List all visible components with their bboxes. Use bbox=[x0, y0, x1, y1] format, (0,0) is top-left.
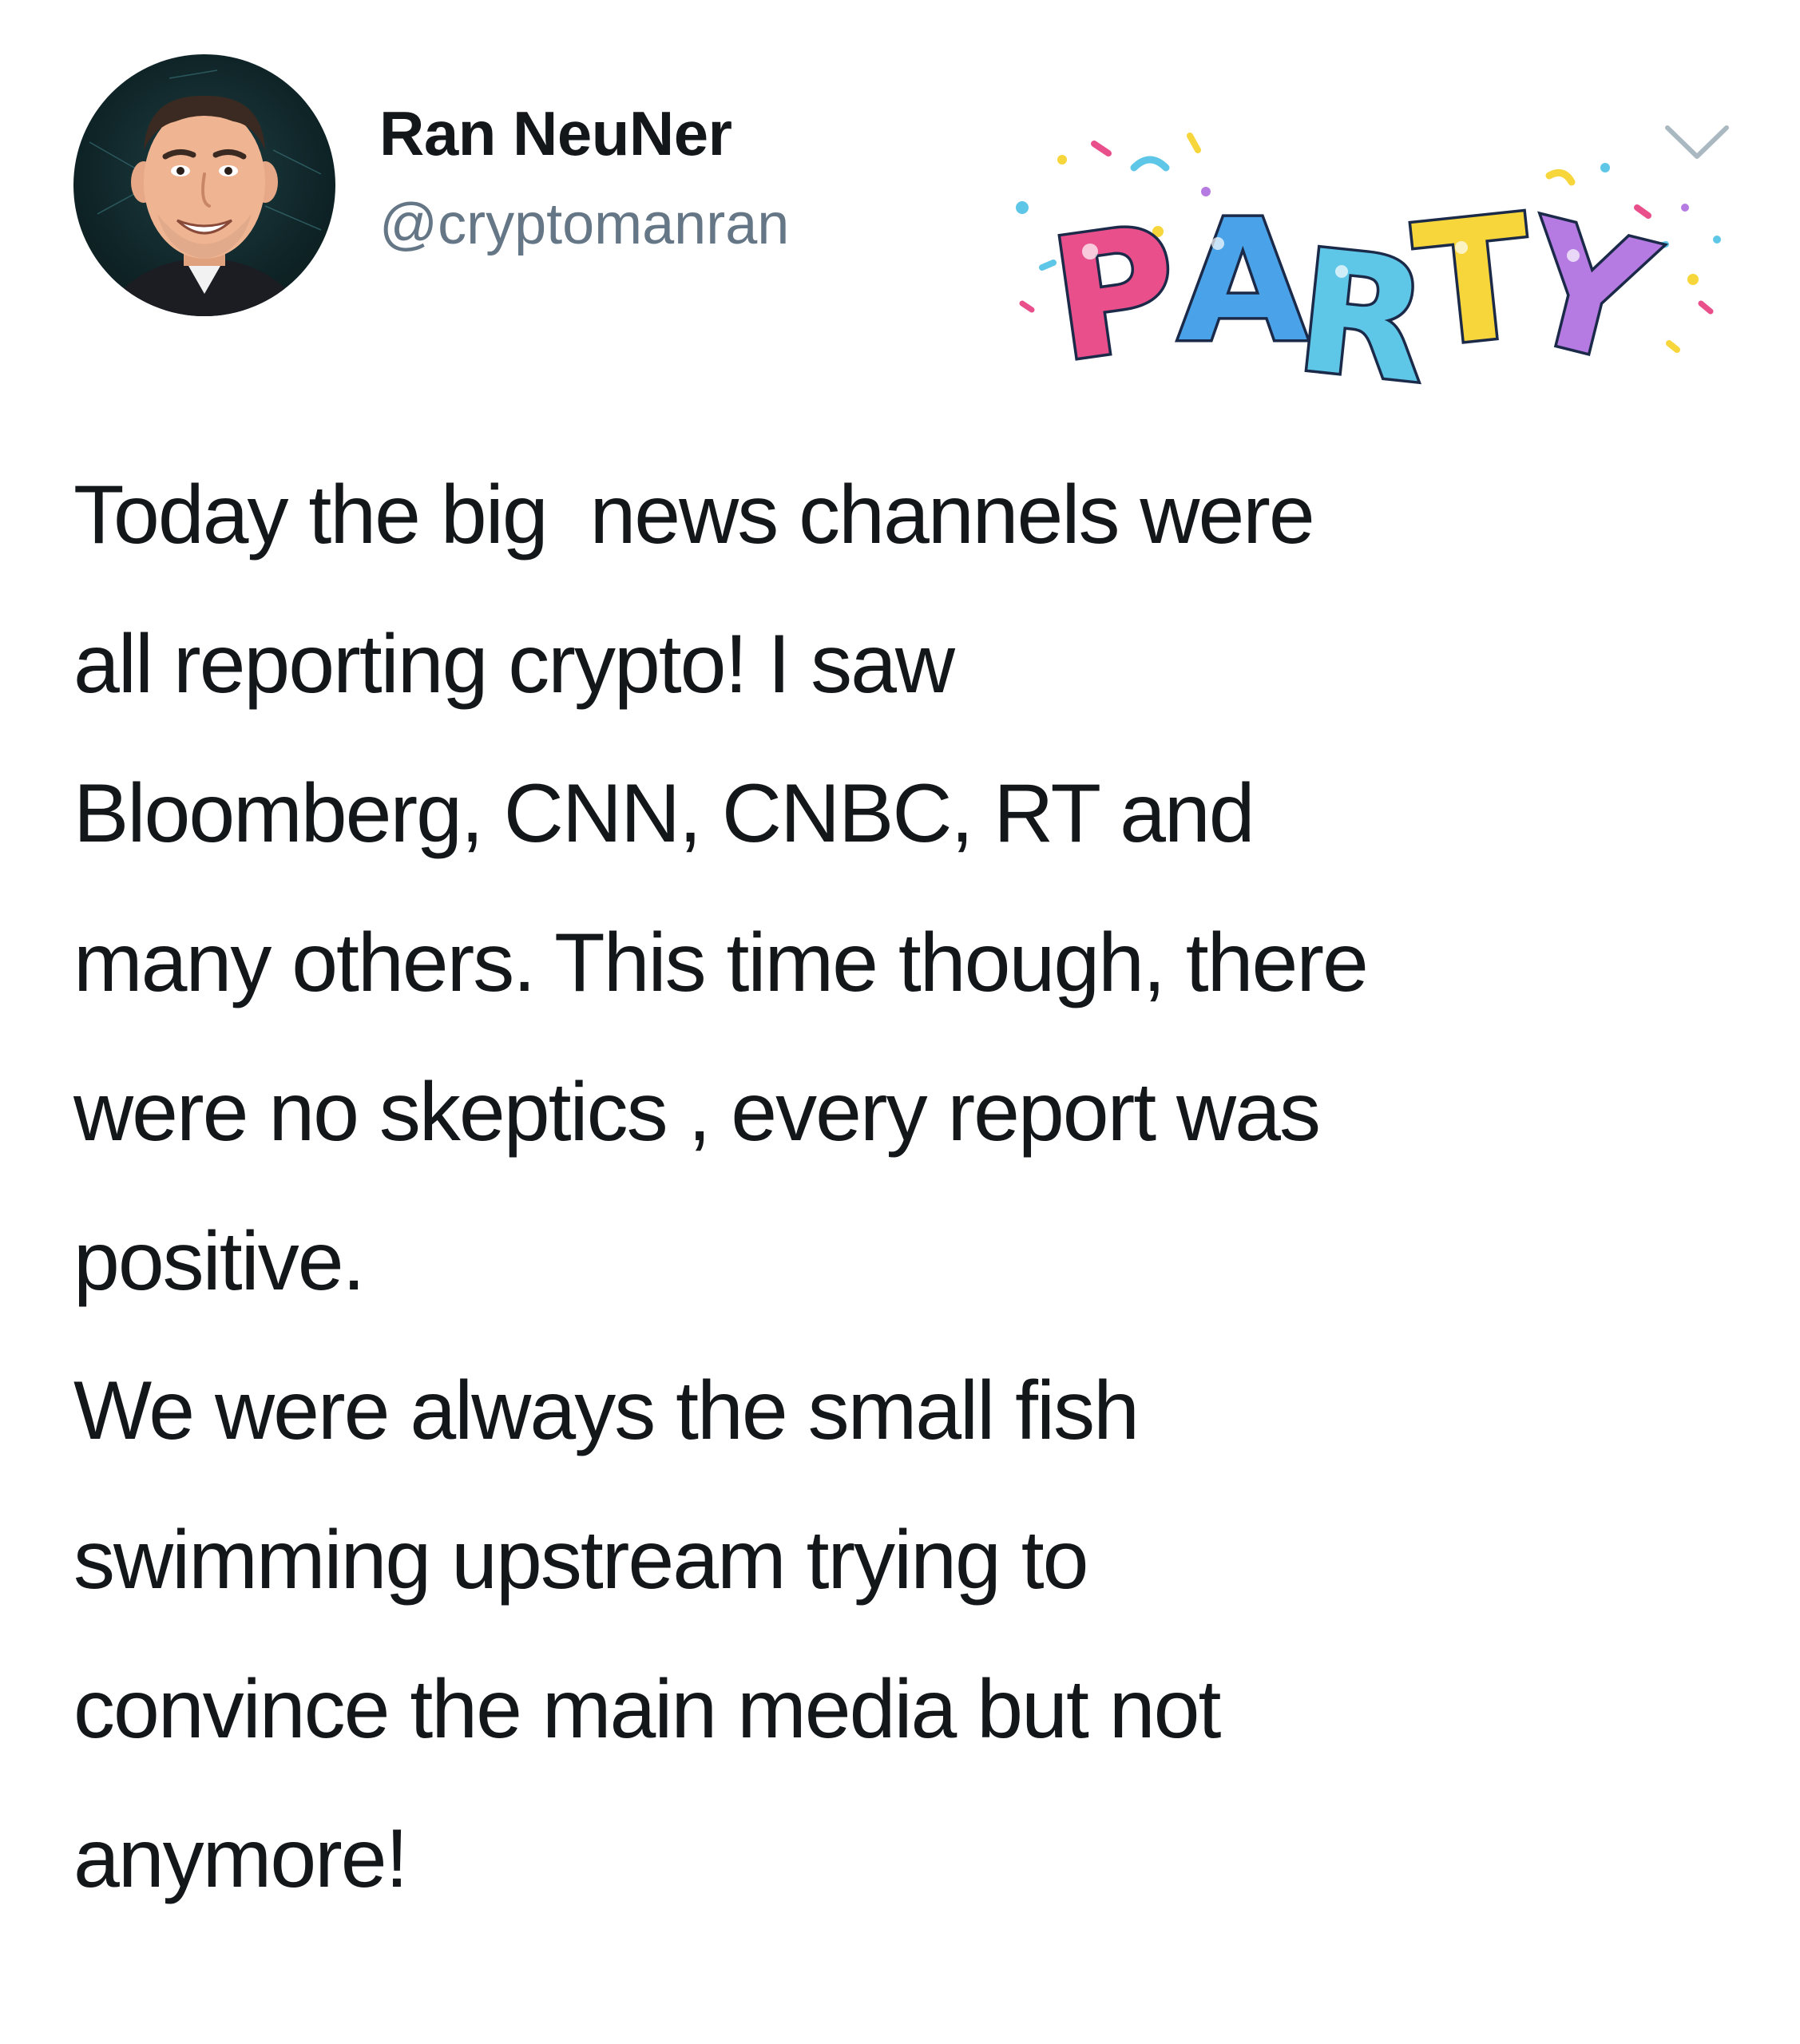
chevron-down-icon[interactable] bbox=[1661, 120, 1733, 168]
svg-text:Y: Y bbox=[1501, 183, 1671, 403]
party-sticker-icon: P A R T Y bbox=[1016, 133, 1721, 424]
tweet-text-line: were no skeptics , every report was bbox=[73, 1066, 1321, 1159]
tweet-text-line: Bloomberg, CNN, CNBC, RT and bbox=[73, 767, 1255, 860]
tweet-text-line: positive. bbox=[73, 1215, 366, 1308]
avatar[interactable] bbox=[73, 54, 335, 316]
tweet-text-line: anymore! bbox=[73, 1812, 409, 1905]
tweet-text-line: many others. This time though, there bbox=[73, 917, 1369, 1009]
display-name[interactable]: Ran NeuNer bbox=[379, 97, 732, 170]
tweet-card: Ran NeuNer @cryptomanran P A R T Y Today… bbox=[0, 0, 1800, 2044]
tweet-text-line: convince the main media but not bbox=[73, 1663, 1221, 1756]
svg-text:P: P bbox=[1041, 188, 1190, 399]
user-handle[interactable]: @cryptomanran bbox=[379, 192, 789, 257]
tweet-text-line: Today the big news channels were bbox=[73, 469, 1315, 561]
tweet-text-line: swimming upstream trying to bbox=[73, 1514, 1089, 1606]
tweet-text-line: all reporting crypto! I saw bbox=[73, 618, 955, 711]
tweet-text: Today the big news channels were all rep… bbox=[73, 441, 1750, 1934]
avatar-portrait-icon bbox=[89, 69, 322, 316]
party-sticker: P A R T Y bbox=[998, 112, 1749, 431]
tweet-text-line: We were always the small fish bbox=[73, 1365, 1140, 1457]
svg-text:A: A bbox=[1178, 184, 1308, 379]
